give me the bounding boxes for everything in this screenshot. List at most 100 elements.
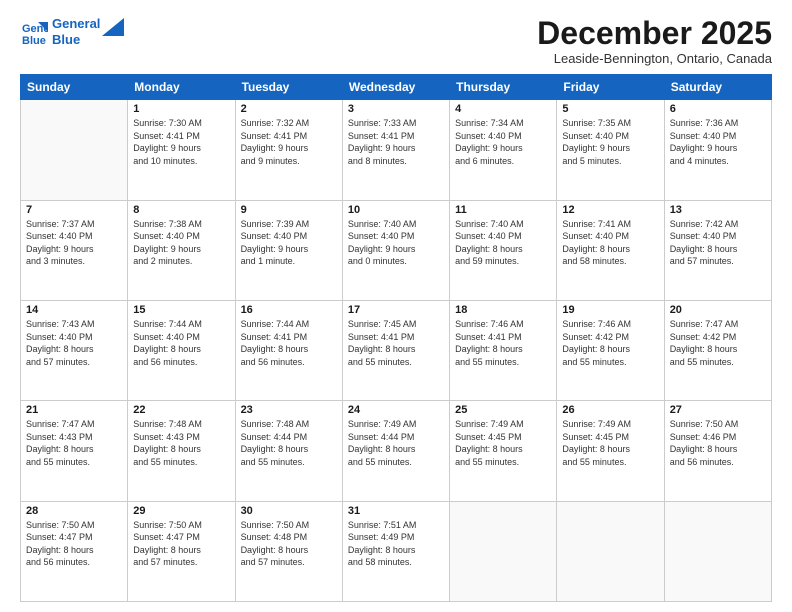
logo-general: General — [52, 16, 100, 31]
day-number: 23 — [241, 404, 337, 416]
day-number: 29 — [133, 505, 229, 517]
col-friday: Friday — [557, 75, 664, 100]
day-info: Sunrise: 7:50 AM Sunset: 4:46 PM Dayligh… — [670, 418, 766, 468]
day-info: Sunrise: 7:44 AM Sunset: 4:41 PM Dayligh… — [241, 318, 337, 368]
day-cell — [21, 100, 128, 200]
location: Leaside-Bennington, Ontario, Canada — [537, 51, 772, 66]
day-cell: 19 Sunrise: 7:46 AM Sunset: 4:42 PM Dayli… — [557, 300, 664, 400]
day-cell — [664, 501, 771, 601]
day-number: 12 — [562, 204, 658, 216]
month-title: December 2025 — [537, 16, 772, 51]
day-info: Sunrise: 7:50 AM Sunset: 4:47 PM Dayligh… — [133, 519, 229, 569]
day-info: Sunrise: 7:49 AM Sunset: 4:44 PM Dayligh… — [348, 418, 444, 468]
day-info: Sunrise: 7:48 AM Sunset: 4:44 PM Dayligh… — [241, 418, 337, 468]
col-monday: Monday — [128, 75, 235, 100]
day-number: 30 — [241, 505, 337, 517]
day-number: 19 — [562, 304, 658, 316]
logo-icon: General Blue — [20, 18, 48, 46]
col-wednesday: Wednesday — [342, 75, 449, 100]
day-number: 28 — [26, 505, 122, 517]
day-cell: 17 Sunrise: 7:45 AM Sunset: 4:41 PM Dayli… — [342, 300, 449, 400]
day-cell — [450, 501, 557, 601]
day-cell: 14 Sunrise: 7:43 AM Sunset: 4:40 PM Dayli… — [21, 300, 128, 400]
week-row-5: 28 Sunrise: 7:50 AM Sunset: 4:47 PM Dayli… — [21, 501, 772, 601]
day-info: Sunrise: 7:33 AM Sunset: 4:41 PM Dayligh… — [348, 117, 444, 167]
day-info: Sunrise: 7:38 AM Sunset: 4:40 PM Dayligh… — [133, 218, 229, 268]
day-info: Sunrise: 7:39 AM Sunset: 4:40 PM Dayligh… — [241, 218, 337, 268]
day-cell: 7 Sunrise: 7:37 AM Sunset: 4:40 PM Daylig… — [21, 200, 128, 300]
day-cell: 15 Sunrise: 7:44 AM Sunset: 4:40 PM Dayli… — [128, 300, 235, 400]
col-sunday: Sunday — [21, 75, 128, 100]
logo-blue: Blue — [52, 32, 100, 48]
day-number: 14 — [26, 304, 122, 316]
day-info: Sunrise: 7:40 AM Sunset: 4:40 PM Dayligh… — [348, 218, 444, 268]
day-info: Sunrise: 7:45 AM Sunset: 4:41 PM Dayligh… — [348, 318, 444, 368]
day-cell: 22 Sunrise: 7:48 AM Sunset: 4:43 PM Dayli… — [128, 401, 235, 501]
day-cell: 2 Sunrise: 7:32 AM Sunset: 4:41 PM Daylig… — [235, 100, 342, 200]
day-cell: 1Sunrise: 7:30 AM Sunset: 4:41 PM Daylig… — [128, 100, 235, 200]
week-row-3: 14 Sunrise: 7:43 AM Sunset: 4:40 PM Dayli… — [21, 300, 772, 400]
day-cell: 4 Sunrise: 7:34 AM Sunset: 4:40 PM Daylig… — [450, 100, 557, 200]
day-cell: 29 Sunrise: 7:50 AM Sunset: 4:47 PM Dayli… — [128, 501, 235, 601]
day-info: Sunrise: 7:41 AM Sunset: 4:40 PM Dayligh… — [562, 218, 658, 268]
day-info: Sunrise: 7:48 AM Sunset: 4:43 PM Dayligh… — [133, 418, 229, 468]
day-cell: 25Sunrise: 7:49 AM Sunset: 4:45 PM Dayli… — [450, 401, 557, 501]
day-cell: 3 Sunrise: 7:33 AM Sunset: 4:41 PM Daylig… — [342, 100, 449, 200]
day-cell: 5Sunrise: 7:35 AM Sunset: 4:40 PM Daylig… — [557, 100, 664, 200]
day-number: 16 — [241, 304, 337, 316]
day-info: Sunrise: 7:30 AM Sunset: 4:41 PM Dayligh… — [133, 117, 229, 167]
day-number: 3 — [348, 103, 444, 115]
day-info: Sunrise: 7:37 AM Sunset: 4:40 PM Dayligh… — [26, 218, 122, 268]
logo-arrow-icon — [102, 18, 124, 36]
day-number: 4 — [455, 103, 551, 115]
day-cell: 28Sunrise: 7:50 AM Sunset: 4:47 PM Dayli… — [21, 501, 128, 601]
day-number: 18 — [455, 304, 551, 316]
day-number: 5 — [562, 103, 658, 115]
day-info: Sunrise: 7:47 AM Sunset: 4:42 PM Dayligh… — [670, 318, 766, 368]
day-number: 20 — [670, 304, 766, 316]
svg-text:Blue: Blue — [22, 35, 46, 46]
day-number: 6 — [670, 103, 766, 115]
day-number: 27 — [670, 404, 766, 416]
week-row-1: 1Sunrise: 7:30 AM Sunset: 4:41 PM Daylig… — [21, 100, 772, 200]
day-info: Sunrise: 7:46 AM Sunset: 4:42 PM Dayligh… — [562, 318, 658, 368]
col-saturday: Saturday — [664, 75, 771, 100]
week-row-4: 21 Sunrise: 7:47 AM Sunset: 4:43 PM Dayli… — [21, 401, 772, 501]
logo: General Blue General Blue — [20, 16, 124, 47]
day-info: Sunrise: 7:36 AM Sunset: 4:40 PM Dayligh… — [670, 117, 766, 167]
day-info: Sunrise: 7:50 AM Sunset: 4:48 PM Dayligh… — [241, 519, 337, 569]
day-cell: 26 Sunrise: 7:49 AM Sunset: 4:45 PM Dayli… — [557, 401, 664, 501]
day-number: 31 — [348, 505, 444, 517]
day-number: 2 — [241, 103, 337, 115]
day-number: 21 — [26, 404, 122, 416]
day-cell: 31Sunrise: 7:51 AM Sunset: 4:49 PM Dayli… — [342, 501, 449, 601]
day-cell: 6 Sunrise: 7:36 AM Sunset: 4:40 PM Daylig… — [664, 100, 771, 200]
day-number: 9 — [241, 204, 337, 216]
day-info: Sunrise: 7:49 AM Sunset: 4:45 PM Dayligh… — [455, 418, 551, 468]
day-number: 22 — [133, 404, 229, 416]
day-number: 15 — [133, 304, 229, 316]
col-tuesday: Tuesday — [235, 75, 342, 100]
day-info: Sunrise: 7:34 AM Sunset: 4:40 PM Dayligh… — [455, 117, 551, 167]
day-info: Sunrise: 7:49 AM Sunset: 4:45 PM Dayligh… — [562, 418, 658, 468]
day-number: 10 — [348, 204, 444, 216]
header: General Blue General Blue December 2025 … — [20, 16, 772, 66]
header-row: Sunday Monday Tuesday Wednesday Thursday… — [21, 75, 772, 100]
day-cell: 12 Sunrise: 7:41 AM Sunset: 4:40 PM Dayli… — [557, 200, 664, 300]
day-info: Sunrise: 7:44 AM Sunset: 4:40 PM Dayligh… — [133, 318, 229, 368]
day-info: Sunrise: 7:43 AM Sunset: 4:40 PM Dayligh… — [26, 318, 122, 368]
day-info: Sunrise: 7:47 AM Sunset: 4:43 PM Dayligh… — [26, 418, 122, 468]
day-number: 26 — [562, 404, 658, 416]
day-cell: 24Sunrise: 7:49 AM Sunset: 4:44 PM Dayli… — [342, 401, 449, 501]
day-cell — [557, 501, 664, 601]
day-cell: 18 Sunrise: 7:46 AM Sunset: 4:41 PM Dayli… — [450, 300, 557, 400]
day-cell: 27 Sunrise: 7:50 AM Sunset: 4:46 PM Dayli… — [664, 401, 771, 501]
day-info: Sunrise: 7:46 AM Sunset: 4:41 PM Dayligh… — [455, 318, 551, 368]
day-cell: 16 Sunrise: 7:44 AM Sunset: 4:41 PM Dayli… — [235, 300, 342, 400]
day-number: 13 — [670, 204, 766, 216]
day-info: Sunrise: 7:32 AM Sunset: 4:41 PM Dayligh… — [241, 117, 337, 167]
day-number: 11 — [455, 204, 551, 216]
day-cell: 13Sunrise: 7:42 AM Sunset: 4:40 PM Dayli… — [664, 200, 771, 300]
day-number: 17 — [348, 304, 444, 316]
day-number: 7 — [26, 204, 122, 216]
